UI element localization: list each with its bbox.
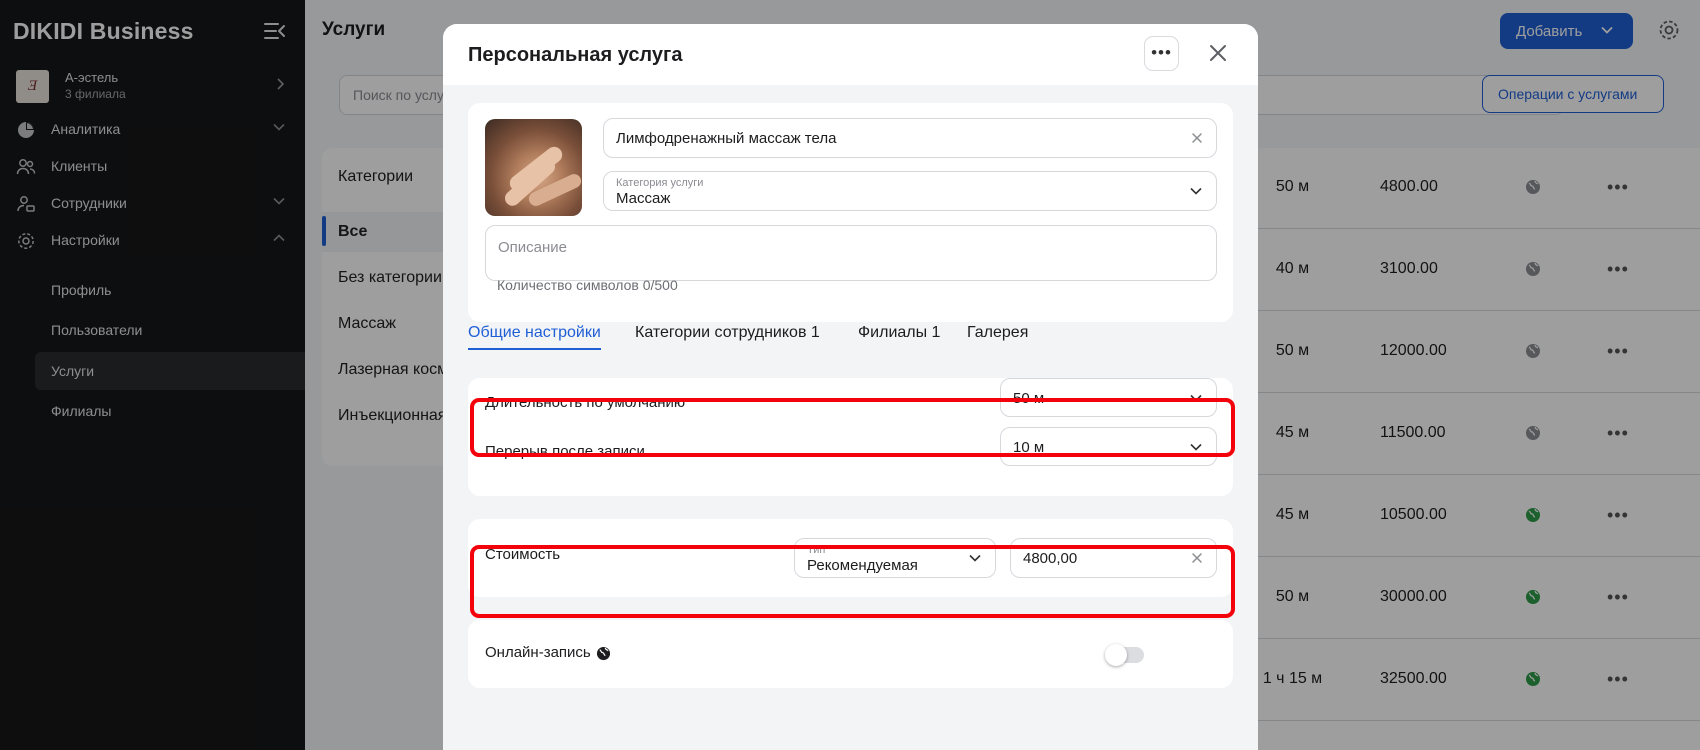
more-options-icon: ••• (1151, 43, 1172, 62)
online-booking-label: Онлайн-запись (485, 644, 591, 661)
service-photo[interactable] (485, 119, 582, 216)
category-value: Массаж (616, 190, 671, 207)
chevron-down-icon (1190, 187, 1202, 195)
tab-general-settings[interactable]: Общие настройки (468, 324, 601, 350)
highlight-duration (470, 398, 1235, 457)
category-caption: Категория услуги (616, 177, 704, 189)
service-name-field[interactable]: Лимфодренажный массаж тела (603, 118, 1217, 158)
personal-service-dialog: Персональная услуга ••• Лимфодренажный м… (443, 24, 1258, 750)
dialog-title: Персональная услуга (468, 44, 683, 66)
toggle-knob (1105, 644, 1127, 666)
description-placeholder: Описание (498, 239, 568, 256)
dialog-header: Персональная услуга ••• (443, 24, 1258, 85)
char-counter: Количество символов 0/500 (497, 277, 678, 293)
clear-icon[interactable] (1190, 131, 1204, 145)
highlight-cost (470, 545, 1235, 618)
more-options-button[interactable]: ••• (1144, 36, 1179, 71)
online-booking-card: Онлайн-запись (468, 620, 1233, 688)
close-icon[interactable] (1206, 41, 1230, 65)
globe-icon (596, 646, 611, 661)
service-info-card: Лимфодренажный массаж тела Категория усл… (468, 103, 1233, 322)
service-category-select[interactable]: Категория услуги Массаж (603, 171, 1217, 211)
tab-gallery[interactable]: Галерея (967, 324, 1028, 342)
tab-staff-categories[interactable]: Категории сотрудников 1 (635, 324, 820, 342)
app-root: DIKIDI Business Ǝ А-эстель 3 филиала Ана… (0, 0, 1700, 750)
description-field[interactable]: Описание (485, 225, 1217, 281)
service-name-value: Лимфодренажный массаж тела (616, 130, 837, 147)
online-booking-toggle[interactable] (1105, 644, 1144, 666)
tab-branches[interactable]: Филиалы 1 (858, 324, 940, 342)
